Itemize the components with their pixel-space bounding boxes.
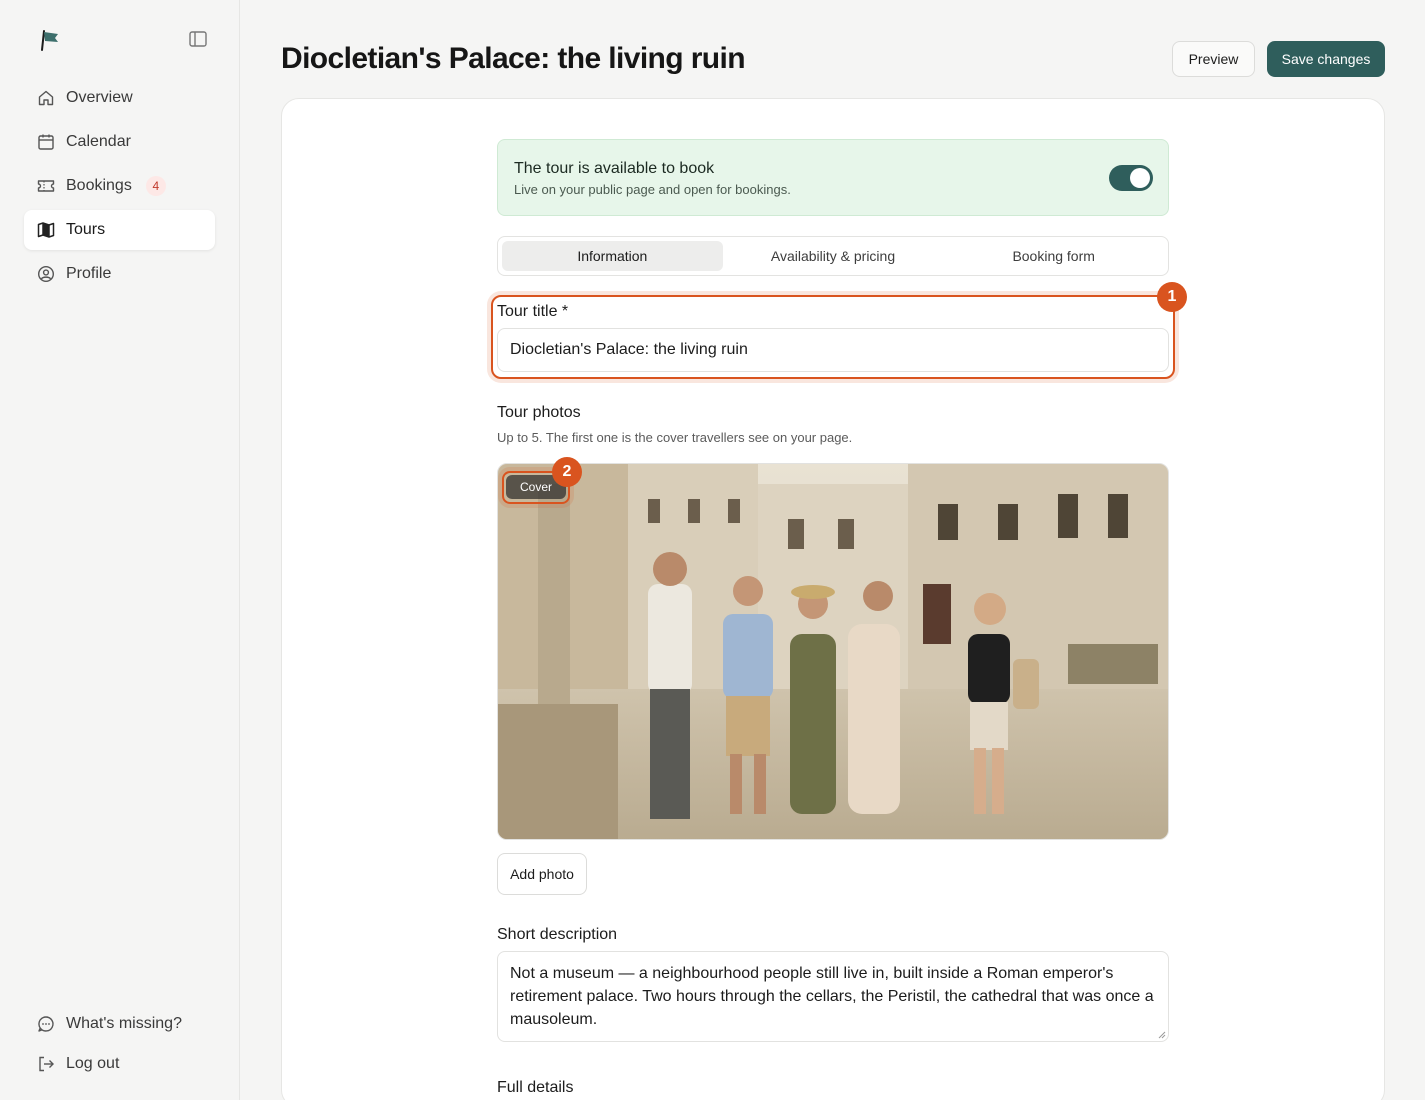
sidebar-item-label: Log out [66, 1055, 120, 1072]
tour-title-input[interactable]: Diocletian's Palace: the living ruin [497, 328, 1169, 372]
save-changes-button[interactable]: Save changes [1267, 41, 1385, 77]
short-description-label: Short description [497, 926, 618, 943]
resize-handle-icon[interactable] [1158, 1031, 1166, 1039]
annotation-marker-2: 2 [552, 457, 582, 487]
sidebar-item-calendar[interactable]: Calendar [24, 122, 215, 162]
availability-toggle[interactable] [1109, 165, 1153, 191]
tour-photos-label: Tour photos [497, 404, 581, 421]
sidebar-item-whats-missing[interactable]: What's missing? [24, 1004, 215, 1044]
logout-icon [39, 1056, 54, 1072]
user-circle-icon [37, 265, 55, 283]
home-icon [38, 90, 54, 106]
sidebar: Overview Calendar Bookings 4 Tours Profi… [0, 0, 240, 1100]
bookings-count-badge: 4 [145, 176, 166, 196]
sidebar-item-bookings[interactable]: Bookings 4 [24, 166, 215, 206]
ticket-icon [37, 180, 55, 192]
annotation-marker-1: 1 [1157, 282, 1187, 312]
short-description-textarea[interactable]: Not a museum — a neighbourhood people st… [497, 951, 1169, 1042]
add-photo-button[interactable]: Add photo [497, 853, 587, 895]
sidebar-nav: Overview Calendar Bookings 4 Tours Profi… [24, 78, 215, 298]
calendar-icon [38, 134, 54, 150]
sidebar-item-label: Tours [66, 221, 106, 238]
sidebar-item-label: Bookings [66, 177, 132, 194]
sidebar-item-label: Calendar [66, 133, 131, 150]
flag-logo-icon[interactable] [38, 28, 62, 52]
sidebar-item-profile[interactable]: Profile [24, 254, 215, 294]
availability-subtitle: Live on your public page and open for bo… [514, 182, 791, 197]
availability-title: The tour is available to book [514, 160, 715, 177]
tour-group-photo [498, 464, 1168, 839]
map-icon [37, 222, 55, 238]
tab-information[interactable]: Information [502, 241, 723, 271]
tab-availability-pricing[interactable]: Availability & pricing [723, 241, 944, 271]
sidebar-item-logout[interactable]: Log out [24, 1044, 215, 1084]
sidebar-item-overview[interactable]: Overview [24, 78, 215, 118]
preview-button[interactable]: Preview [1172, 41, 1255, 77]
editor-tabs: Information Availability & pricing Booki… [497, 236, 1169, 276]
sidebar-item-label: What's missing? [66, 1015, 182, 1032]
sidebar-item-label: Profile [66, 265, 112, 282]
full-details-label: Full details [497, 1079, 574, 1096]
sidebar-item-tours[interactable]: Tours [24, 210, 215, 250]
tour-title-label: Tour title * [497, 303, 569, 320]
tab-booking-form[interactable]: Booking form [943, 241, 1164, 271]
sidebar-toggle-icon[interactable] [189, 31, 207, 47]
toggle-knob [1130, 168, 1150, 188]
chat-icon [38, 1016, 54, 1032]
cover-photo[interactable] [497, 463, 1169, 840]
sidebar-item-label: Overview [66, 89, 133, 106]
tour-photos-hint: Up to 5. The first one is the cover trav… [497, 430, 853, 445]
page-title: Diocletian's Palace: the living ruin [281, 42, 746, 75]
availability-banner: The tour is available to book Live on yo… [497, 139, 1169, 216]
short-description-text: Not a museum — a neighbourhood people st… [510, 965, 1154, 1028]
sidebar-bottom-nav: What's missing? Log out [24, 1004, 215, 1084]
